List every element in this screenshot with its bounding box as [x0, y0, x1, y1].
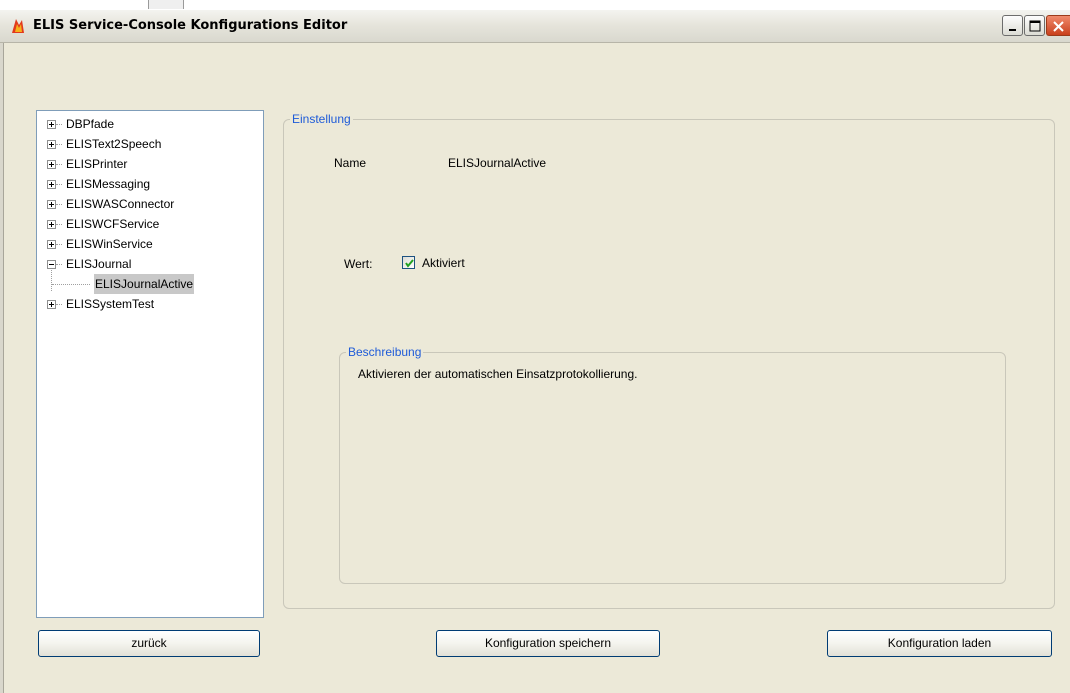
beschreibung-legend: Beschreibung — [346, 344, 424, 360]
expand-plus-icon[interactable] — [47, 180, 56, 189]
tree-item-label: ELISWCFService — [66, 217, 160, 231]
aktiviert-label[interactable]: Aktiviert — [422, 255, 465, 271]
tree-item-label: ELISPrinter — [66, 157, 128, 171]
tree-branch-line — [56, 184, 62, 185]
expand-plus-icon[interactable] — [47, 220, 56, 229]
name-label: Name — [334, 156, 367, 170]
tree-item-label: ELISJournal — [66, 257, 132, 271]
tree-branch-line — [56, 164, 62, 165]
tree-branch-line — [56, 144, 62, 145]
save-config-button[interactable]: Konfiguration speichern — [436, 630, 660, 657]
tree-item-label: DBPfade — [66, 117, 115, 131]
tree-item-label: ELISMessaging — [66, 177, 151, 191]
expand-plus-icon[interactable] — [47, 160, 56, 169]
expand-plus-icon[interactable] — [47, 200, 56, 209]
expand-plus-icon[interactable] — [47, 140, 56, 149]
name-value: ELISJournalActive — [448, 156, 547, 170]
tree-item-label: ELISJournalActive — [94, 274, 195, 294]
tree-branch-line — [56, 304, 62, 305]
load-config-button[interactable]: Konfiguration laden — [827, 630, 1052, 657]
background-app-strip — [0, 0, 1070, 10]
background-tab — [148, 0, 184, 9]
minimize-icon — [1009, 29, 1016, 31]
minimize-button[interactable] — [1002, 15, 1023, 36]
checkmark-icon — [405, 259, 414, 268]
elis-app-icon — [9, 17, 27, 35]
main-window: ELIS Service-Console Konfigurations Edit… — [0, 10, 1070, 693]
maximize-button[interactable] — [1024, 15, 1045, 36]
wert-label: Wert: — [344, 257, 373, 271]
maximize-icon — [1029, 20, 1041, 32]
tree-branch-line — [56, 124, 62, 125]
title-bar[interactable]: ELIS Service-Console Konfigurations Edit… — [0, 10, 1070, 43]
expand-plus-icon[interactable] — [47, 300, 56, 309]
tree-item-label: ELISWinService — [66, 237, 153, 251]
tree-branch-line — [56, 264, 62, 265]
close-button[interactable] — [1046, 15, 1070, 36]
tree-branch-line — [56, 204, 62, 205]
beschreibung-text: Aktivieren der automatischen Einsatzprot… — [358, 367, 638, 381]
collapse-minus-icon[interactable] — [47, 260, 56, 269]
settings-tree[interactable]: DBPfade ELISText2Speech ELISPrinter ELIS… — [36, 110, 264, 618]
back-button[interactable]: zurück — [38, 630, 260, 657]
tree-branch-line — [56, 224, 62, 225]
tree-branch-line — [56, 244, 62, 245]
window-title: ELIS Service-Console Konfigurations Edit… — [33, 18, 348, 33]
beschreibung-groupbox: Beschreibung Aktivieren der automatische… — [339, 344, 1006, 584]
tree-branch-line — [52, 284, 90, 285]
einstellung-legend: Einstellung — [290, 111, 353, 127]
tree-item-label: ELISSystemTest — [66, 297, 155, 311]
expand-plus-icon[interactable] — [47, 240, 56, 249]
expand-plus-icon[interactable] — [47, 120, 56, 129]
einstellung-groupbox: Einstellung Name ELISJournalActive Wert:… — [283, 111, 1055, 609]
client-area: DBPfade ELISText2Speech ELISPrinter ELIS… — [4, 43, 1070, 693]
tree-item-label: ELISWASConnector — [66, 197, 175, 211]
tree-item-label: ELISText2Speech — [66, 137, 162, 151]
close-icon — [1053, 21, 1064, 32]
aktiviert-checkbox[interactable] — [402, 256, 415, 269]
